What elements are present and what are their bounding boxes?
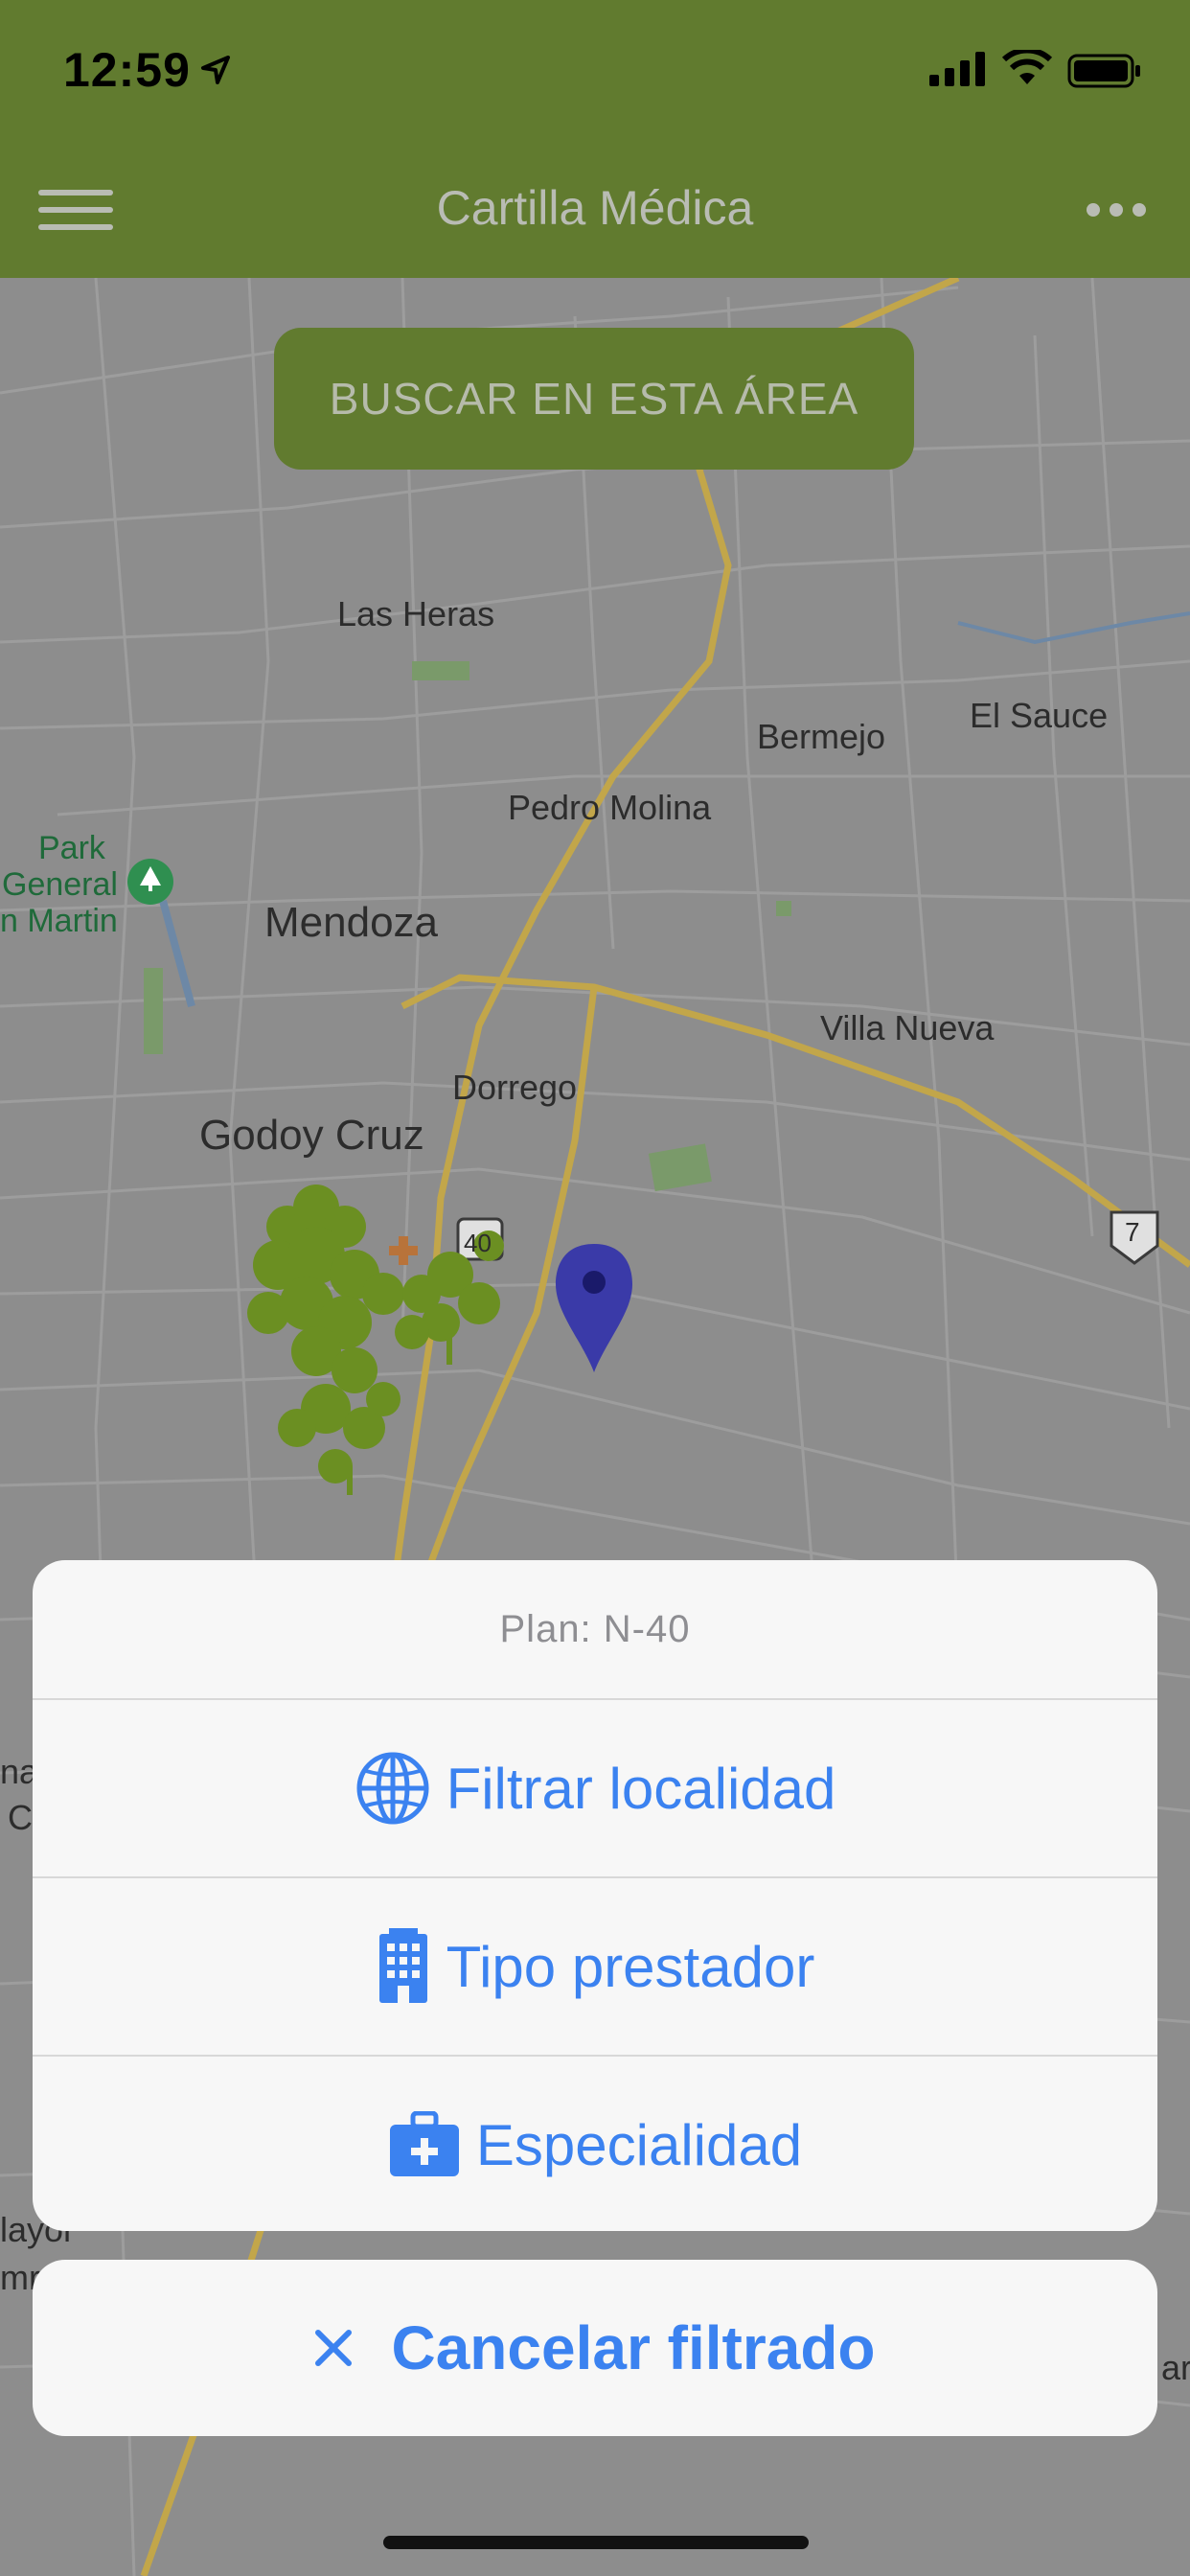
home-indicator[interactable] <box>383 2536 809 2549</box>
action-sheet-title: Plan: N-40 <box>33 1560 1157 1700</box>
building-icon <box>376 1928 431 2005</box>
map-label-villa-nueva: Villa Nueva <box>820 1008 995 1047</box>
navigation-bar: Cartilla Médica <box>0 144 1190 278</box>
status-time: 12:59 <box>63 43 191 97</box>
close-icon <box>314 2329 353 2367</box>
map-label-partial-2: C <box>8 1798 33 1837</box>
map-label-dorrego: Dorrego <box>452 1068 578 1107</box>
map-label-el-sauce: El Sauce <box>970 696 1109 735</box>
route-7-label: 7 <box>1125 1217 1140 1247</box>
provider-type-option[interactable]: Tipo prestador <box>33 1878 1157 2057</box>
medical-kit-icon <box>388 2111 461 2178</box>
cellular-signal-icon <box>929 52 985 86</box>
specialty-label: Especialidad <box>475 2112 803 2177</box>
map-label-mendoza: Mendoza <box>264 899 439 946</box>
cancel-filter-button[interactable]: Cancelar filtrado <box>33 2260 1157 2436</box>
map-label-bermejo: Bermejo <box>757 717 886 756</box>
map-view[interactable]: Las Heras Bermejo El Sauce Pedro Molina … <box>0 278 1190 2576</box>
specialty-option[interactable]: Especialidad <box>33 2057 1157 2231</box>
wifi-icon <box>1002 50 1052 84</box>
filter-locality-label: Filtrar localidad <box>446 1756 836 1821</box>
map-label-park-general: General <box>2 866 118 903</box>
location-pin-icon <box>556 1244 632 1372</box>
map-label-las-heras: Las Heras <box>337 594 495 633</box>
map-label-park: Park <box>38 830 105 866</box>
route-40-label: 40 <box>464 1229 492 1257</box>
cancel-filter-label: Cancelar filtrado <box>391 2313 876 2382</box>
status-bar: 12:59 <box>0 0 1190 144</box>
globe-icon <box>355 1750 431 1827</box>
map-label-godoy-cruz: Godoy Cruz <box>199 1112 424 1159</box>
provider-type-label: Tipo prestador <box>446 1934 815 1999</box>
map-roads <box>0 278 1190 2576</box>
map-label-park-martin: n Martin <box>0 903 118 939</box>
page-title: Cartilla Médica <box>436 181 754 235</box>
map-label-pedro-molina: Pedro Molina <box>508 788 712 827</box>
filter-locality-option[interactable]: Filtrar localidad <box>33 1700 1157 1878</box>
map-label-partial-right: ar <box>1161 2348 1190 2387</box>
location-arrow-icon <box>201 56 230 84</box>
search-this-area-button[interactable]: BUSCAR EN ESTA ÁREA <box>274 328 914 470</box>
battery-icon <box>1067 54 1140 88</box>
park-marker-icon <box>127 859 173 905</box>
more-options-icon[interactable] <box>1087 203 1148 218</box>
action-sheet: Plan: N-40 Filtrar localidad Tipo presta… <box>33 1560 1157 2231</box>
